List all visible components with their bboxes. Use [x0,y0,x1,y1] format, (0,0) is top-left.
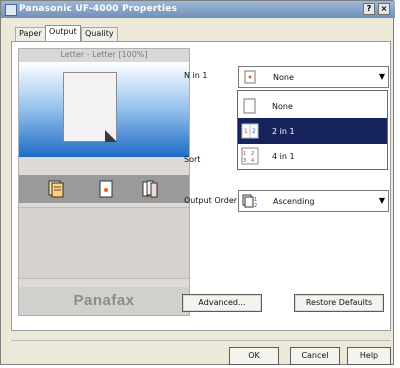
chevron-down-icon[interactable]: ▼ [377,68,387,86]
page-stack-icon[interactable] [47,179,65,199]
single-page-icon[interactable] [97,179,115,199]
collate-icon[interactable] [141,179,159,199]
two-in-one-icon: 1 2 [241,123,259,139]
single-page-icon [243,98,256,114]
tab-quality[interactable]: Quality [81,27,118,41]
cancel-button[interactable]: Cancel [290,347,340,365]
four-in-one-icon: 1 2 3 4 [241,147,259,165]
svg-text:3: 3 [243,158,246,164]
svg-text:2: 2 [254,203,257,208]
ok-button[interactable]: OK [229,347,279,365]
svg-text:2: 2 [252,128,256,135]
output-order-select[interactable]: 1 2 Ascending ▼ [238,190,389,212]
svg-text:1: 1 [244,128,248,135]
brand-logo: Panafax [19,287,189,315]
sort-label: Sort [184,155,201,164]
output-tab-panel: Letter - Letter [100%] Panafax N in 1 No… [11,41,391,331]
printer-icon [5,4,17,16]
preview-column: Letter - Letter [100%] Panafax [18,48,190,316]
help-title-button[interactable]: ? [363,3,375,15]
footer-divider [11,340,391,341]
dropdown-option-label: None [272,102,293,111]
close-button[interactable]: × [378,3,390,15]
page-thumbnail-icon [244,70,256,84]
chevron-down-icon[interactable]: ▼ [377,192,387,210]
dropdown-option-label: 4 in 1 [272,152,295,161]
dropdown-option-none[interactable]: None [238,93,387,119]
n-in-1-select[interactable]: None ▼ [238,66,389,88]
ascending-order-icon: 1 2 [242,194,257,208]
dropdown-option-2-in-1[interactable]: 1 2 2 in 1 [238,118,387,144]
advanced-button[interactable]: Advanced... [182,294,262,312]
tab-paper[interactable]: Paper [15,27,46,41]
tab-output[interactable]: Output [45,25,81,41]
svg-text:1: 1 [243,151,246,157]
properties-dialog: Panasonic UF-4000 Properties ? × Paper O… [0,0,395,365]
dropdown-option-4-in-1[interactable]: 1 2 3 4 4 in 1 [238,143,387,169]
help-button[interactable]: Help [347,347,391,365]
preview-blank-area [19,207,189,279]
n-in-1-value: None [273,73,294,82]
title-bar: Panasonic UF-4000 Properties ? × [1,1,395,18]
output-order-label: Output Order [184,196,238,205]
n-in-1-dropdown-list: None 1 2 2 in 1 1 2 3 4 4 in 1 [237,90,388,170]
svg-text:2: 2 [251,151,254,157]
page-preview [19,62,189,157]
preview-icon-strip [19,175,189,203]
page-fold-icon [105,130,117,142]
restore-defaults-button[interactable]: Restore Defaults [294,294,384,312]
window-title: Panasonic UF-4000 Properties [19,4,178,14]
dropdown-option-label: 2 in 1 [272,127,295,136]
paper-page-icon [63,72,117,142]
output-order-value: Ascending [273,197,315,206]
svg-text:4: 4 [251,158,254,164]
n-in-1-label: N in 1 [184,71,208,80]
paper-caption: Letter - Letter [100%] [19,49,189,61]
